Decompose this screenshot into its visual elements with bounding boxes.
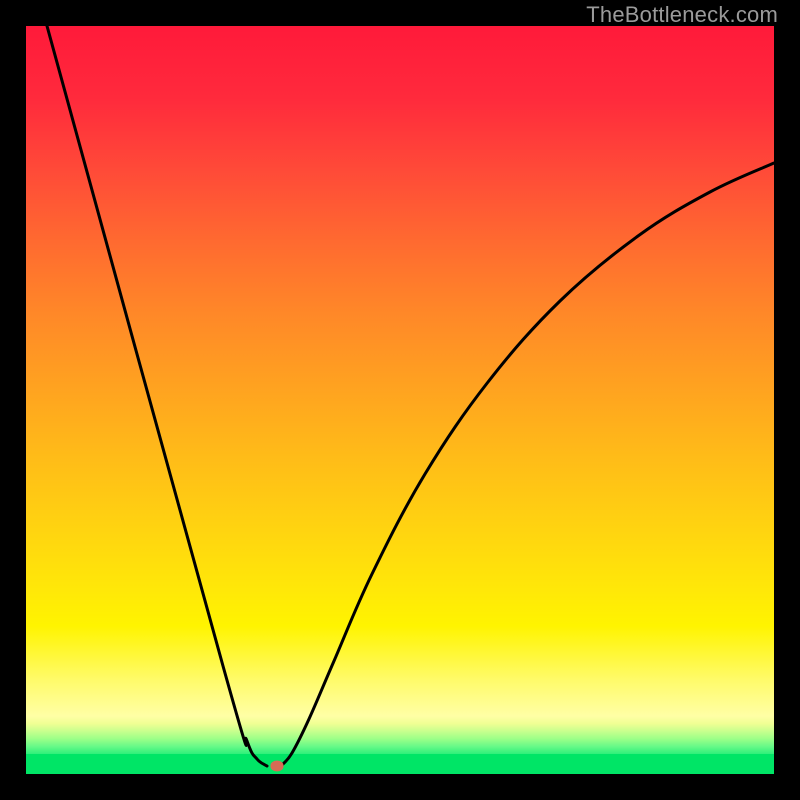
minimum-marker	[271, 761, 284, 772]
gradient-transition	[26, 716, 774, 754]
plot-area	[26, 26, 774, 774]
chart-outer: TheBottleneck.com	[0, 0, 800, 800]
gradient-top	[26, 26, 774, 626]
gradient-green	[26, 754, 774, 774]
watermark-text: TheBottleneck.com	[586, 2, 778, 28]
gradient-lowmid	[26, 626, 774, 716]
